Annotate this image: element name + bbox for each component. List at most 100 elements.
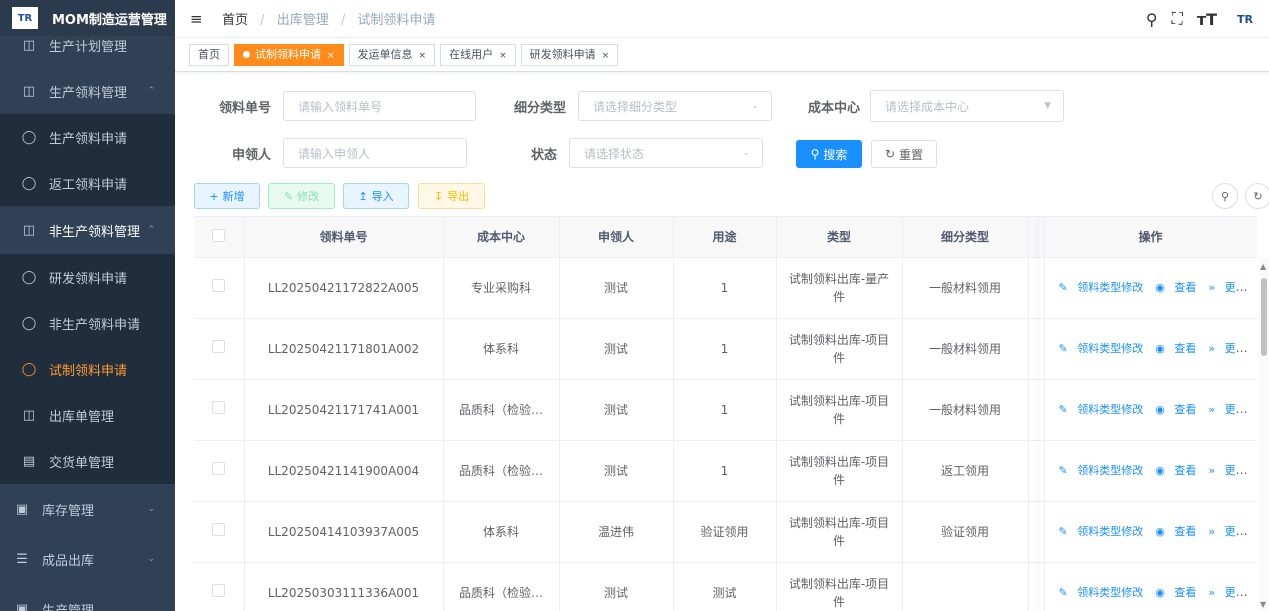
modify-type-link[interactable]: ✎ 领料类型修改 [1056, 342, 1147, 355]
tag-home[interactable]: 首页 [189, 43, 229, 66]
table-row[interactable]: LL20250421141900A004 品质科（检验… 测试 1 试制领料出库-项目件… [194, 440, 1257, 502]
view-link[interactable]: ◉ 查看 [1152, 403, 1199, 416]
tag-online-users[interactable]: 在线用户 × [440, 43, 516, 66]
row-checkbox-cell [194, 257, 245, 319]
row-checkbox[interactable] [212, 278, 226, 292]
subtype-cell: 一般材料领用 [902, 318, 1029, 380]
fullscreen-icon[interactable]: ⛶ [1172, 9, 1183, 29]
user-avatar[interactable]: TR [1231, 8, 1259, 30]
sidebar-item-nonproduction-material[interactable]: ◫ 非生产领料管理 ⌃ [0, 206, 175, 254]
order-no-input[interactable]: 请输入领料单号 [283, 91, 476, 121]
order-no-label: 领料单号 [218, 100, 271, 116]
sidebar-item-production-material[interactable]: ◫ 生产领料管理 ⌃ [0, 68, 175, 114]
import-button-label: 导入 [371, 190, 394, 203]
close-icon[interactable]: × [327, 51, 335, 61]
row-checkbox[interactable] [212, 461, 226, 475]
view-label: 查看 [1174, 586, 1197, 599]
subtype-select[interactable]: 请选择细分类型 ⌄ [578, 91, 772, 121]
more-link[interactable]: » 更多 [1205, 342, 1249, 355]
close-icon[interactable]: × [602, 51, 610, 61]
order-no-cell: LL20250421141900A004 [244, 440, 444, 502]
sidebar-item-nonproduction-apply[interactable]: ◯ 非生产领料申请 [0, 300, 175, 346]
sidebar-item-finished-outbound[interactable]: ☰ 成品出库 ⌄ [0, 534, 175, 584]
sidebar-item-rework-apply[interactable]: ◯ 返工领料申请 [0, 160, 175, 206]
modify-type-link[interactable]: ✎ 领料类型修改 [1056, 464, 1147, 477]
table-row[interactable]: LL20250421171801A002 体系科 测试 1 试制领料出库-项目件 一般材料… [194, 318, 1257, 380]
row-checkbox[interactable] [212, 339, 226, 353]
modify-type-link[interactable]: ✎ 领料类型修改 [1056, 586, 1147, 599]
breadcrumb-home[interactable]: 首页 [222, 13, 248, 28]
column-header[interactable]: 类型 [776, 217, 903, 258]
tag-trial-apply[interactable]: 试制领料申请 × [234, 43, 344, 66]
sidebar-item-inventory[interactable]: ▣ 库存管理 ⌄ [0, 484, 175, 534]
export-button[interactable]: ↧ 导出 [418, 183, 485, 209]
row-checkbox[interactable] [212, 400, 226, 414]
scrollbar-thumb[interactable] [1261, 278, 1267, 356]
tag-rd-apply[interactable]: 研发领料申请 × [520, 43, 619, 66]
hamburger-icon[interactable]: ≡ [190, 10, 206, 28]
cost-center-cell: 品质科（检验… [443, 379, 560, 441]
view-link[interactable]: ◉ 查看 [1152, 342, 1199, 355]
cost-center-select[interactable]: 请选择成本中心 ▼ [870, 90, 1064, 122]
more-link[interactable]: » 更多 [1205, 281, 1249, 294]
column-header[interactable]: 成本中心 [443, 217, 560, 258]
close-icon[interactable]: × [499, 51, 507, 61]
chevron-down-icon: ⌄ [147, 504, 155, 514]
status-select[interactable]: 请选择状态 ⌄ [569, 138, 763, 168]
select-all-checkbox[interactable] [212, 228, 226, 242]
modify-type-link[interactable]: ✎ 领料类型修改 [1056, 403, 1147, 416]
reset-button[interactable]: ↻ 重置 [871, 140, 937, 168]
search-icon[interactable]: ⚲ [1146, 10, 1158, 29]
type-cell: 试制领料出库-项目件 [776, 318, 903, 380]
tag-shipping-info[interactable]: 发运单信息 × [348, 43, 436, 66]
more-label: 更多 [1224, 403, 1247, 416]
applicant-cell: 温进伟 [559, 501, 674, 563]
sidebar-item-delivery-order[interactable]: ▤ 交货单管理 [0, 438, 175, 484]
column-header[interactable]: 领料单号 [244, 217, 444, 258]
order-no-cell: LL20250414103937A005 [244, 501, 444, 563]
edit-button[interactable]: ✎ 修改 [268, 183, 335, 209]
more-link[interactable]: » 更多 [1205, 525, 1249, 538]
view-link[interactable]: ◉ 查看 [1152, 464, 1199, 477]
sidebar-item-outbound-order[interactable]: ◫ 出库单管理 [0, 392, 175, 438]
upload-icon: ↥ [358, 189, 368, 203]
column-header[interactable]: 申领人 [559, 217, 674, 258]
table-row[interactable]: LL20250421171741A001 品质科（检验… 测试 1 试制领料出库-项目件… [194, 379, 1257, 441]
scroll-down-icon[interactable]: ▼ [1260, 600, 1266, 609]
font-size-icon[interactable]: тT [1197, 10, 1217, 29]
top-navbar: ≡ 首页 / 出库管理 / 试制领料申请 ⚲ ⛶ тT TR [175, 0, 1269, 38]
applicant-input[interactable]: 请输入申领人 [283, 138, 467, 168]
row-checkbox[interactable] [212, 522, 226, 536]
column-header[interactable]: 用途 [673, 217, 777, 258]
add-button[interactable]: + 新增 [194, 183, 260, 209]
column-header[interactable]: 细分类型 [902, 217, 1029, 258]
more-label: 更多 [1224, 464, 1247, 477]
sidebar-item-rd-apply[interactable]: ◯ 研发领料申请 [0, 254, 175, 300]
search-button[interactable]: ⚲ 搜索 [796, 140, 862, 168]
sidebar-item-trial-apply[interactable]: ◯ 试制领料申请 [0, 346, 175, 392]
order-no-placeholder: 请输入领料单号 [298, 99, 383, 114]
modify-type-link[interactable]: ✎ 领料类型修改 [1056, 281, 1147, 294]
view-link[interactable]: ◉ 查看 [1152, 525, 1199, 538]
table-row[interactable]: LL20250421172822A005 专业采购科 测试 1 试制领料出库-量产件 一般… [194, 257, 1257, 319]
sidebar-item-production-mgmt[interactable]: ▣ 生产管理 [0, 584, 175, 611]
column-header: 操作 [1044, 217, 1257, 258]
scroll-up-icon[interactable]: ▲ [1260, 262, 1266, 271]
table-row[interactable]: LL20250414103937A005 体系科 温进伟 验证领用 试制领料出库-项目件… [194, 501, 1257, 563]
more-link[interactable]: » 更多 [1205, 464, 1249, 477]
more-link[interactable]: » 更多 [1205, 586, 1249, 599]
view-link[interactable]: ◉ 查看 [1152, 281, 1199, 294]
view-link[interactable]: ◉ 查看 [1152, 586, 1199, 599]
type-cell: 试制领料出库-项目件 [776, 562, 903, 611]
toggle-search-icon[interactable]: ⚲ [1212, 183, 1238, 209]
refresh-icon[interactable]: ↻ [1245, 183, 1269, 209]
more-link[interactable]: » 更多 [1205, 403, 1249, 416]
import-button[interactable]: ↥ 导入 [343, 183, 409, 209]
close-icon[interactable]: × [419, 51, 427, 61]
row-checkbox[interactable] [212, 583, 226, 597]
table-scrollbar[interactable]: ▲ ▼ [1259, 258, 1269, 611]
modify-type-link[interactable]: ✎ 领料类型修改 [1056, 525, 1147, 538]
table-row[interactable]: LL20250303111336A001 品质科（检验… 测试 测试 试制领料出库-项目… [194, 562, 1257, 611]
plus-icon: + [209, 189, 219, 203]
sidebar-item-production-apply[interactable]: ◯ 生产领料申请 [0, 114, 175, 160]
